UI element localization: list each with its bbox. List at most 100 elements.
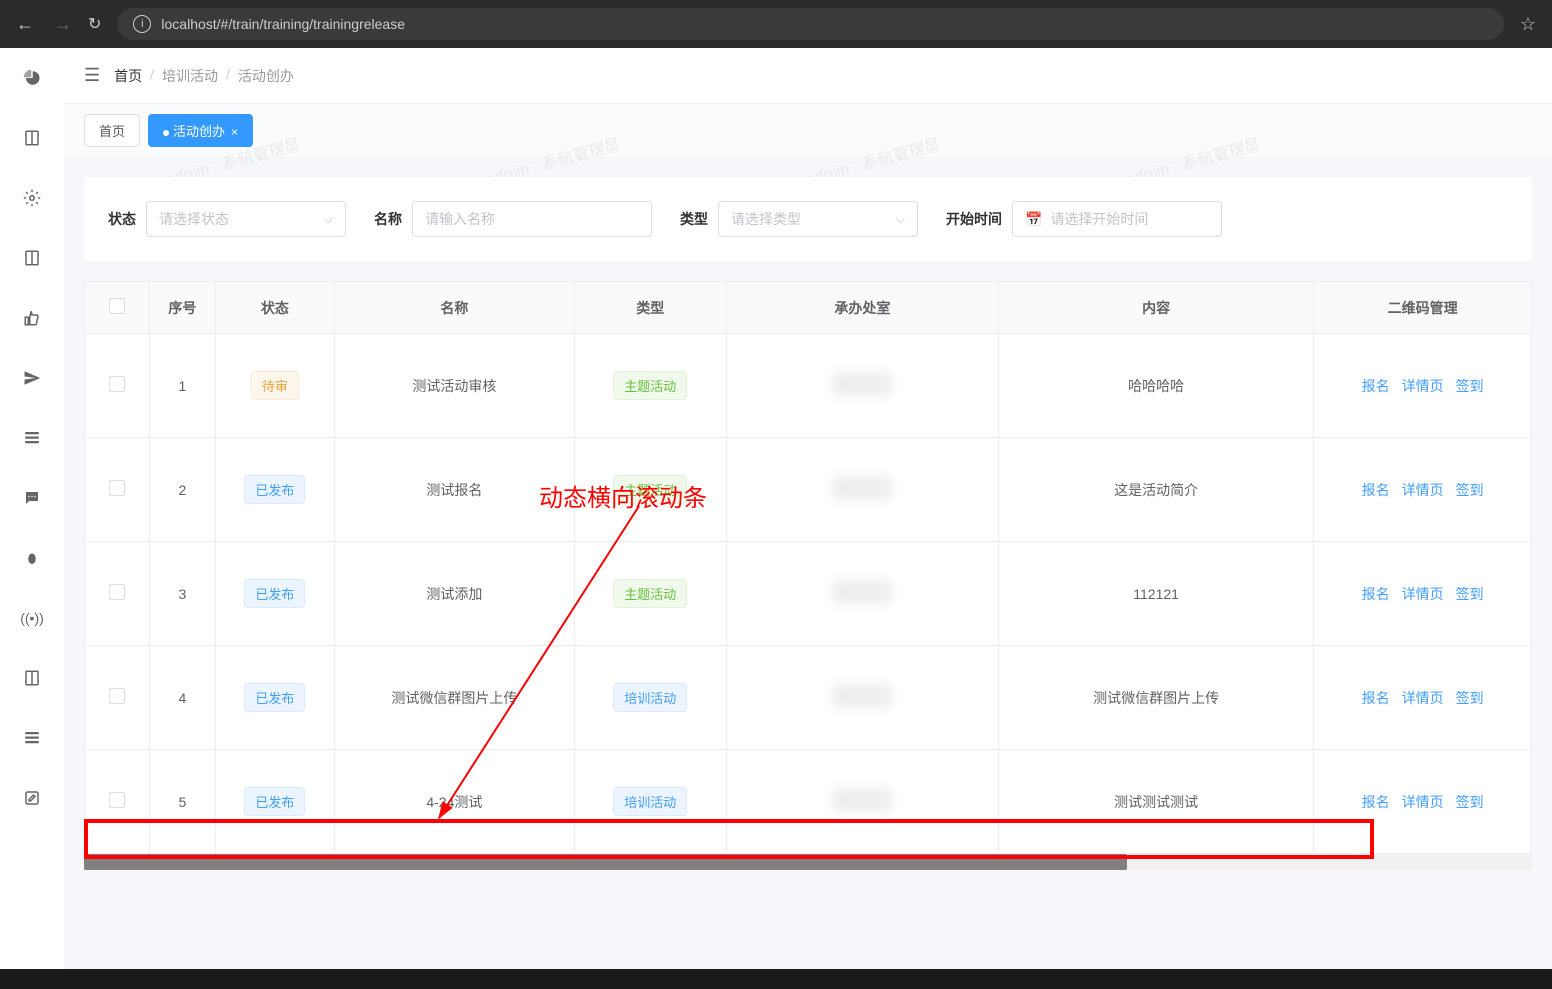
list2-icon[interactable] [22,728,42,748]
action-checkin[interactable]: 签到 [1456,792,1484,812]
col-name: 名称 [335,282,574,334]
row-checkbox[interactable] [109,480,125,496]
cell-content: 哈哈哈哈 [998,334,1314,438]
dashboard-icon[interactable] [22,68,42,88]
action-checkin[interactable]: 签到 [1456,584,1484,604]
name-label: 名称 [374,209,402,229]
col-seq: 序号 [150,282,215,334]
start-label: 开始时间 [946,209,1002,229]
nav-back-icon[interactable]: ← [16,14,34,35]
action-detail[interactable]: 详情页 [1402,688,1444,708]
col-qr: 二维码管理 [1314,282,1532,334]
action-checkin[interactable]: 签到 [1456,688,1484,708]
browser-chrome: ← → ↻ i localhost/#/train/training/train… [0,0,1552,48]
reload-icon[interactable]: ↻ [88,14,101,34]
thumbs-up-icon[interactable] [22,308,42,328]
status-badge: 已发布 [244,787,305,816]
cell-dept [726,542,998,646]
book3-icon[interactable] [22,668,42,688]
filters-card: 状态 请选择状态 ⌵ 名称 请输入名称 类型 请选择类型 [84,177,1532,261]
row-checkbox[interactable] [109,792,125,808]
table-row: 4 已发布 测试微信群图片上传 培训活动 测试微信群图片上传 报名 详情页 签到 [85,646,1532,750]
chevron-down-icon: ⌵ [896,212,905,227]
cell-name: 测试添加 [335,542,574,646]
action-detail[interactable]: 详情页 [1402,584,1444,604]
row-checkbox[interactable] [109,584,125,600]
cell-content: 测试测试测试 [998,750,1314,854]
list-icon[interactable] [22,428,42,448]
tabs-row: 首页 活动创办× [64,104,1552,157]
data-table: 序号 状态 名称 类型 承办处室 内容 二维码管理 1 待审 测试活动审核 主题… [84,281,1532,854]
name-input[interactable]: 请输入名称 [412,201,652,237]
action-signup[interactable]: 报名 [1362,792,1390,812]
action-signup[interactable]: 报名 [1362,688,1390,708]
table-row: 5 已发布 4-24测试 培训活动 测试测试测试 报名 详情页 签到 [85,750,1532,854]
row-checkbox[interactable] [109,376,125,392]
select-all-checkbox[interactable] [109,298,125,314]
start-date-input[interactable]: 📅 请选择开始时间 [1012,201,1222,237]
horizontal-scrollbar[interactable] [84,854,1532,870]
action-signup[interactable]: 报名 [1362,480,1390,500]
send-icon[interactable] [22,368,42,388]
tab-home[interactable]: 首页 [84,114,140,147]
status-select[interactable]: 请选择状态 ⌵ [146,201,346,237]
book2-icon[interactable] [22,248,42,268]
tab-active[interactable]: 活动创办× [148,114,253,147]
col-content: 内容 [998,282,1314,334]
row-checkbox[interactable] [109,688,125,704]
book-icon[interactable] [22,128,42,148]
info-icon: i [133,15,151,33]
table-row: 3 已发布 测试添加 主题活动 112121 报名 详情页 签到 [85,542,1532,646]
cell-content: 测试微信群图片上传 [998,646,1314,750]
broadcast-icon[interactable]: ((•)) [22,608,42,628]
cell-content: 这是活动简介 [998,438,1314,542]
action-detail[interactable]: 详情页 [1402,376,1444,396]
type-label: 类型 [680,209,708,229]
cell-seq: 3 [150,542,215,646]
cell-seq: 2 [150,438,215,542]
status-badge: 已发布 [244,579,305,608]
cell-dept [726,334,998,438]
table-container: 序号 状态 名称 类型 承办处室 内容 二维码管理 1 待审 测试活动审核 主题… [84,281,1532,870]
edit-icon[interactable] [22,788,42,808]
nav-forward-icon[interactable]: → [54,14,72,35]
action-detail[interactable]: 详情页 [1402,480,1444,500]
status-badge: 待审 [251,371,299,400]
type-select[interactable]: 请选择类型 ⌵ [718,201,918,237]
breadcrumb-level2: 活动创办 [238,66,294,86]
cell-name: 测试报名 [335,438,574,542]
collapse-menu-icon[interactable]: ☰ [84,65,100,86]
breadcrumb: 首页 / 培训活动 / 活动创办 [114,66,294,86]
type-badge: 主题活动 [613,579,687,608]
url-text: localhost/#/train/training/trainingrelea… [161,16,405,32]
url-bar[interactable]: i localhost/#/train/training/trainingrel… [117,8,1503,40]
chevron-down-icon: ⌵ [324,212,333,227]
type-badge: 主题活动 [613,475,687,504]
action-signup[interactable]: 报名 [1362,584,1390,604]
breadcrumb-home[interactable]: 首页 [114,66,142,86]
col-dept: 承办处室 [726,282,998,334]
bookmark-star-icon[interactable]: ☆ [1520,14,1536,35]
gear-icon[interactable] [22,188,42,208]
action-signup[interactable]: 报名 [1362,376,1390,396]
main-content: admin - 系统管理员 admin - 系统管理员 admin - 系统管理… [64,48,1552,969]
type-badge: 培训活动 [613,787,687,816]
cell-dept [726,438,998,542]
close-icon[interactable]: × [231,125,238,139]
col-type: 类型 [574,282,726,334]
sidebar: ((•)) [0,48,64,969]
calendar-icon: 📅 [1025,211,1042,228]
chat-icon[interactable] [22,488,42,508]
cell-name: 测试微信群图片上传 [335,646,574,750]
cell-seq: 1 [150,334,215,438]
page-header: ☰ 首页 / 培训活动 / 活动创办 [64,48,1552,104]
cell-dept [726,646,998,750]
scrollbar-thumb[interactable] [84,854,1127,870]
action-detail[interactable]: 详情页 [1402,792,1444,812]
cell-content: 112121 [998,542,1314,646]
bug-icon[interactable] [22,548,42,568]
taskbar [0,969,1552,989]
action-checkin[interactable]: 签到 [1456,376,1484,396]
action-checkin[interactable]: 签到 [1456,480,1484,500]
breadcrumb-level1[interactable]: 培训活动 [162,66,218,86]
